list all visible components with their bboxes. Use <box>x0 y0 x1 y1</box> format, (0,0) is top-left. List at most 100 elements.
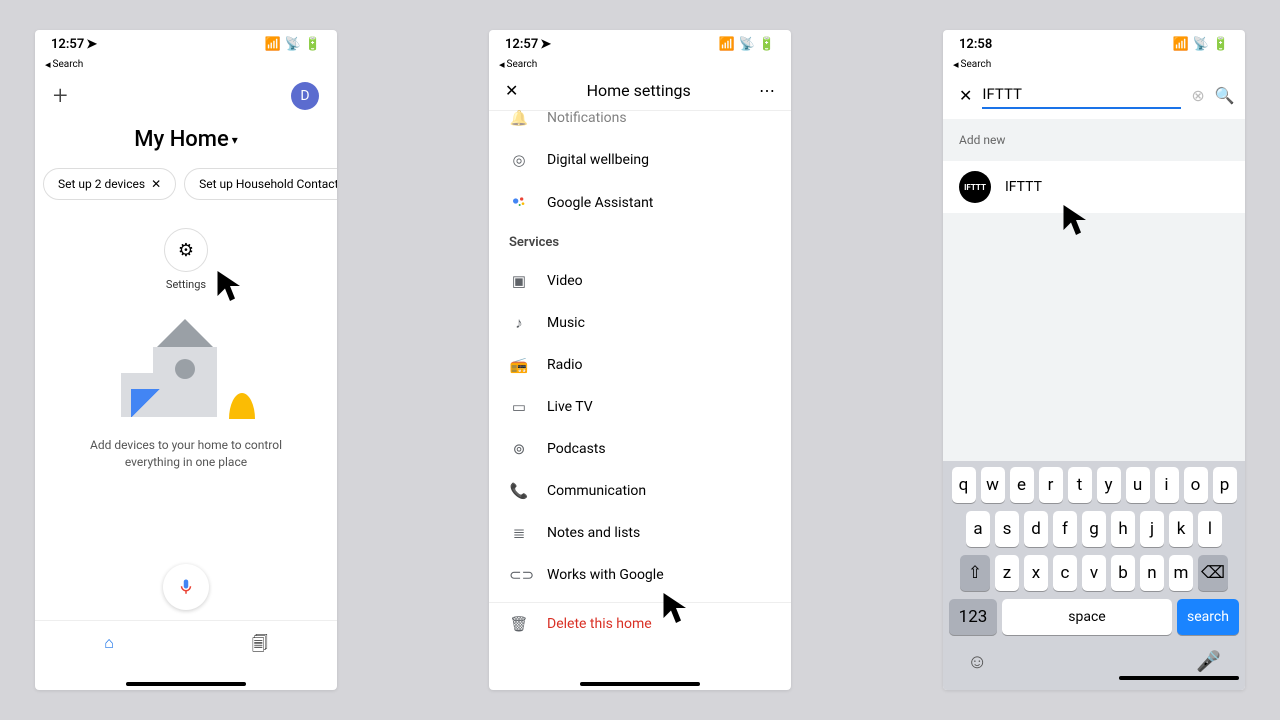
key-⇧[interactable]: ⇧ <box>960 555 990 591</box>
key-h[interactable]: h <box>1111 511 1135 547</box>
key-v[interactable]: v <box>1082 555 1106 591</box>
list-item-label: Video <box>547 273 583 289</box>
key-n[interactable]: n <box>1140 555 1164 591</box>
key-m[interactable]: m <box>1169 555 1193 591</box>
key-d[interactable]: d <box>1024 511 1048 547</box>
close-icon[interactable]: ✕ <box>959 86 972 105</box>
activity-tab-icon[interactable]: 🗐 <box>252 633 268 660</box>
list-item-assistant[interactable]: Google Assistant <box>489 181 791 225</box>
wellbeing-icon: ◎ <box>509 151 529 169</box>
key-y[interactable]: y <box>1097 467 1121 503</box>
gear-icon: ⚙ <box>178 240 194 261</box>
search-input[interactable] <box>982 81 1181 109</box>
add-button[interactable]: + <box>53 81 68 111</box>
clock: 12:57 <box>505 37 538 52</box>
phone-search-screen: 12:58 📶📡🔋 Search ✕ ⊗ 🔍 Add new IFTTT IFT… <box>943 30 1245 690</box>
key-f[interactable]: f <box>1053 511 1077 547</box>
key-i[interactable]: i <box>1155 467 1179 503</box>
statusbar: 12:58 📶 📡 🔋 <box>943 30 1245 58</box>
status-icons: 📶 📡 🔋 <box>264 37 321 52</box>
signal-icon: 📶 <box>718 37 734 52</box>
close-icon[interactable]: ✕ <box>151 177 161 191</box>
bell-icon: 🔔 <box>509 109 529 127</box>
location-icon: ➤ <box>86 37 97 52</box>
key-t[interactable]: t <box>1068 467 1092 503</box>
mic-button[interactable] <box>163 564 209 610</box>
result-ifttt[interactable]: IFTTT IFTTT <box>943 161 1245 213</box>
key-a[interactable]: a <box>966 511 990 547</box>
signal-icon: 📶 <box>1172 37 1188 52</box>
key-l[interactable]: l <box>1198 511 1222 547</box>
ifttt-icon: IFTTT <box>959 171 991 203</box>
wifi-icon: 📡 <box>1193 37 1209 52</box>
key-123[interactable]: 123 <box>949 599 997 635</box>
search-icon[interactable]: 🔍 <box>1215 86 1235 105</box>
key-⌫[interactable]: ⌫ <box>1198 555 1228 591</box>
key-c[interactable]: c <box>1053 555 1077 591</box>
home-title[interactable]: My Home <box>35 127 337 152</box>
list-item-radio[interactable]: 📻Radio <box>489 344 791 386</box>
key-r[interactable]: r <box>1039 467 1063 503</box>
key-x[interactable]: x <box>1024 555 1048 591</box>
back-to-search[interactable]: Search <box>489 58 791 71</box>
list-item-label: Google Assistant <box>547 195 653 211</box>
list-item-wellbeing[interactable]: ◎ Digital wellbeing <box>489 139 791 181</box>
list-item-podcasts[interactable]: ⊚Podcasts <box>489 428 791 470</box>
battery-icon: 🔋 <box>1213 37 1229 52</box>
clock: 12:58 <box>959 37 992 52</box>
clear-icon[interactable]: ⊗ <box>1191 86 1204 105</box>
list-item-label: Communication <box>547 483 646 499</box>
back-to-search[interactable]: Search <box>943 58 1245 71</box>
battery-icon: 🔋 <box>305 37 321 52</box>
bottom-nav: ⌂ 🗐 <box>35 620 337 672</box>
list-icon: ≣ <box>509 524 529 542</box>
back-to-search[interactable]: Search <box>35 58 337 71</box>
key-j[interactable]: j <box>1140 511 1164 547</box>
key-e[interactable]: e <box>1010 467 1034 503</box>
list-item-label: Radio <box>547 357 583 373</box>
chip-setup-devices[interactable]: Set up 2 devices ✕ <box>43 168 176 200</box>
list-item-label: Notifications <box>547 110 627 126</box>
music-icon: ♪ <box>509 314 529 332</box>
key-z[interactable]: z <box>995 555 1019 591</box>
list-item-label: Live TV <box>547 399 593 415</box>
settings-button[interactable]: ⚙ <box>164 228 208 272</box>
list-item-delete-home[interactable]: 🗑 Delete this home <box>489 603 791 645</box>
key-w[interactable]: w <box>981 467 1005 503</box>
key-u[interactable]: u <box>1126 467 1150 503</box>
key-p[interactable]: p <box>1213 467 1237 503</box>
list-item-music[interactable]: ♪Music <box>489 302 791 344</box>
avatar[interactable]: D <box>291 82 319 110</box>
trash-icon: 🗑 <box>509 615 529 633</box>
list-item-notes[interactable]: ≣ Notes and lists <box>489 512 791 554</box>
tv-icon: ▭ <box>509 398 529 416</box>
key-o[interactable]: o <box>1184 467 1208 503</box>
signal-icon: 📶 <box>264 37 280 52</box>
key-space[interactable]: space <box>1002 599 1172 635</box>
wifi-icon: 📡 <box>285 37 301 52</box>
list-item-notifications[interactable]: 🔔 Notifications <box>489 97 791 139</box>
statusbar: 12:57➤ 📶 📡 🔋 <box>35 30 337 58</box>
list-item-video[interactable]: ▣ Video <box>489 260 791 302</box>
list-item-label: Delete this home <box>547 616 652 632</box>
video-icon: ▣ <box>509 272 529 290</box>
list-item-communication[interactable]: 📞Communication <box>489 470 791 512</box>
emoji-key[interactable]: ☺ <box>967 649 987 674</box>
list-item-label: Notes and lists <box>547 525 640 541</box>
result-label: IFTTT <box>1005 179 1042 195</box>
list-item-works-with-google[interactable]: ⊂⊃Works with Google <box>489 554 791 596</box>
key-b[interactable]: b <box>1111 555 1135 591</box>
keyboard: qwertyuiop asdfghjkl ⇧zxcvbnm⌫ 123 space… <box>943 461 1245 690</box>
chip-household-contacts[interactable]: Set up Household Contacts <box>184 168 337 200</box>
home-tab-icon[interactable]: ⌂ <box>104 633 114 660</box>
key-q[interactable]: q <box>952 467 976 503</box>
key-search[interactable]: search <box>1177 599 1239 635</box>
home-indicator <box>580 682 700 686</box>
dictation-key[interactable]: 🎤 <box>1196 649 1221 674</box>
key-g[interactable]: g <box>1082 511 1106 547</box>
location-icon: ➤ <box>540 37 551 52</box>
key-s[interactable]: s <box>995 511 1019 547</box>
key-k[interactable]: k <box>1169 511 1193 547</box>
clock: 12:57 <box>51 37 84 52</box>
list-item-livetv[interactable]: ▭ Live TV <box>489 386 791 428</box>
